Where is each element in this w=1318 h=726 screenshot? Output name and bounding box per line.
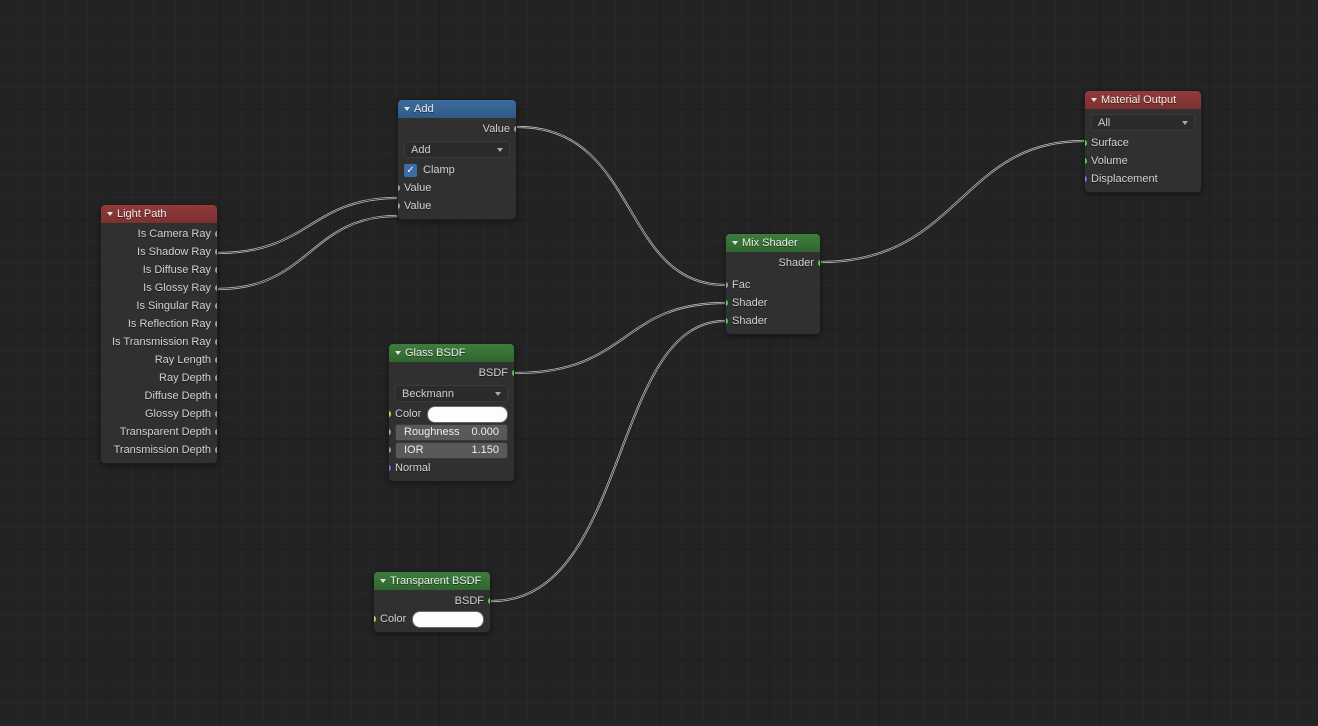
socket-in-shader-1: Shader [732, 294, 814, 312]
socket-dot[interactable] [725, 317, 729, 326]
socket-in-normal: Normal [395, 459, 508, 477]
socket-dot[interactable] [388, 428, 392, 437]
socket-dot[interactable] [487, 597, 491, 606]
socket-dot[interactable] [214, 230, 218, 239]
node-title: Mix Shader [742, 234, 798, 252]
socket-dot[interactable] [214, 410, 218, 419]
collapse-icon[interactable] [395, 351, 401, 355]
socket-out-transmission-depth: Transmission Depth [107, 441, 211, 459]
color-swatch[interactable] [427, 406, 508, 423]
node-header-mix[interactable]: Mix Shader [726, 234, 820, 252]
collapse-icon[interactable] [380, 579, 386, 583]
socket-in-volume: Volume [1091, 152, 1195, 170]
node-title: Add [414, 100, 434, 118]
checkmark-icon: ✓ [404, 164, 417, 177]
socket-dot[interactable] [1084, 139, 1088, 148]
node-title: Light Path [117, 205, 167, 223]
socket-dot[interactable] [511, 369, 515, 378]
node-add[interactable]: Add Value Add ✓ Clamp Value Value [397, 99, 517, 220]
socket-in-shader-2: Shader [732, 312, 814, 330]
socket-in-value-1: Value [404, 179, 510, 197]
node-header-add[interactable]: Add [398, 100, 516, 118]
collapse-icon[interactable] [107, 212, 113, 216]
socket-out-diffuse-depth: Diffuse Depth [107, 387, 211, 405]
node-title: Material Output [1101, 91, 1176, 109]
chevron-down-icon [495, 392, 501, 396]
field-roughness[interactable]: Roughness 0.000 [395, 424, 508, 441]
collapse-icon[interactable] [404, 107, 410, 111]
socket-dot[interactable] [214, 338, 218, 347]
node-header-light-path[interactable]: Light Path [101, 205, 217, 223]
socket-out-ray-depth: Ray Depth [107, 369, 211, 387]
label-color: Color [395, 408, 421, 420]
socket-dot[interactable] [214, 428, 218, 437]
socket-out-ray-length: Ray Length [107, 351, 211, 369]
socket-dot[interactable] [214, 446, 218, 455]
socket-dot[interactable] [214, 266, 218, 275]
socket-out-is-reflection-ray: Is Reflection Ray [107, 315, 211, 333]
node-transparent-bsdf[interactable]: Transparent BSDF BSDF Color [373, 571, 491, 633]
socket-dot[interactable] [388, 410, 392, 419]
collapse-icon[interactable] [1091, 98, 1097, 102]
chevron-down-icon [1182, 121, 1188, 125]
socket-dot[interactable] [214, 302, 218, 311]
dropdown-target[interactable]: All [1091, 114, 1195, 131]
dropdown-distribution[interactable]: Beckmann [395, 385, 508, 402]
socket-dot[interactable] [214, 392, 218, 401]
socket-dot[interactable] [388, 446, 392, 455]
dropdown-math-operation[interactable]: Add [404, 141, 510, 158]
socket-dot[interactable] [397, 202, 401, 211]
checkbox-clamp[interactable]: ✓ Clamp [404, 161, 455, 179]
socket-dot[interactable] [817, 259, 821, 268]
socket-dot[interactable] [725, 299, 729, 308]
socket-out-is-shadow-ray: Is Shadow Ray [107, 243, 211, 261]
chevron-down-icon [497, 148, 503, 152]
socket-in-fac: Fac [732, 276, 814, 294]
node-header-glass[interactable]: Glass BSDF [389, 344, 514, 362]
socket-out-glossy-depth: Glossy Depth [107, 405, 211, 423]
node-title: Glass BSDF [405, 344, 466, 362]
socket-dot[interactable] [214, 374, 218, 383]
collapse-icon[interactable] [732, 241, 738, 245]
socket-out-transparent-depth: Transparent Depth [107, 423, 211, 441]
socket-out-is-transmission-ray: Is Transmission Ray [107, 333, 211, 351]
node-title: Transparent BSDF [390, 572, 481, 590]
socket-in-value-2: Value [404, 197, 510, 215]
node-header-output[interactable]: Material Output [1085, 91, 1201, 109]
socket-in-displacement: Displacement [1091, 170, 1195, 188]
node-mix-shader[interactable]: Mix Shader Shader Fac Shader Shader [725, 233, 821, 335]
node-light-path[interactable]: Light Path Is Camera RayIs Shadow RayIs … [100, 204, 218, 464]
socket-out-is-diffuse-ray: Is Diffuse Ray [107, 261, 211, 279]
socket-out-bsdf: BSDF [380, 592, 484, 610]
socket-dot[interactable] [397, 184, 401, 193]
socket-dot[interactable] [725, 281, 729, 290]
socket-dot[interactable] [373, 615, 377, 624]
socket-dot[interactable] [1084, 175, 1088, 184]
socket-in-surface: Surface [1091, 134, 1195, 152]
field-ior[interactable]: IOR 1.150 [395, 442, 508, 459]
socket-out-value: Value [404, 120, 510, 138]
socket-out-is-camera-ray: Is Camera Ray [107, 225, 211, 243]
socket-dot[interactable] [214, 356, 218, 365]
node-material-output[interactable]: Material Output All Surface Volume Displ… [1084, 90, 1202, 193]
socket-dot[interactable] [214, 284, 218, 293]
socket-dot[interactable] [1084, 157, 1088, 166]
socket-dot[interactable] [214, 248, 218, 257]
socket-out-shader: Shader [732, 254, 814, 272]
color-swatch[interactable] [412, 611, 484, 628]
socket-out-is-glossy-ray: Is Glossy Ray [107, 279, 211, 297]
socket-dot[interactable] [513, 125, 517, 134]
label-color: Color [380, 613, 406, 625]
node-glass-bsdf[interactable]: Glass BSDF BSDF Beckmann Color Roughness… [388, 343, 515, 482]
socket-dot[interactable] [388, 464, 392, 473]
node-header-transparent[interactable]: Transparent BSDF [374, 572, 490, 590]
socket-dot[interactable] [214, 320, 218, 329]
socket-out-bsdf: BSDF [395, 364, 508, 382]
socket-out-is-singular-ray: Is Singular Ray [107, 297, 211, 315]
